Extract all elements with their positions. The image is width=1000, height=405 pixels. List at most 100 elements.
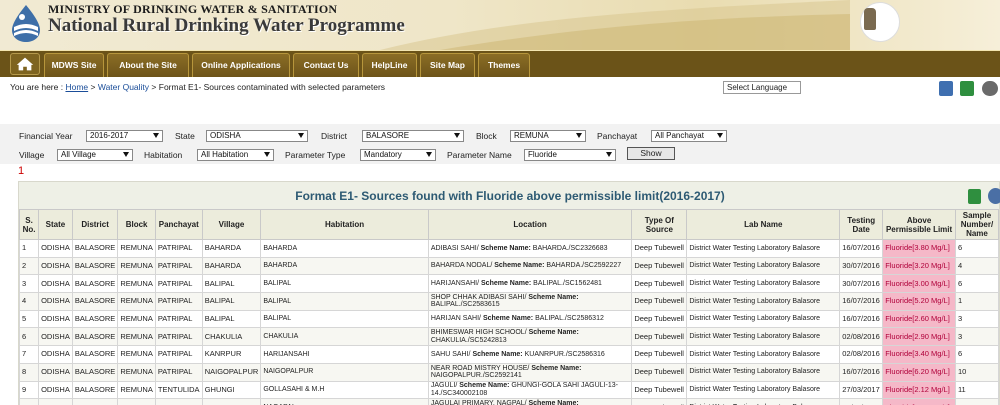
excel-export-icon[interactable] bbox=[960, 81, 974, 96]
cell-sno: 7 bbox=[18, 345, 40, 364]
cell-sno: 1 bbox=[18, 239, 40, 258]
language-select[interactable]: Select Language bbox=[723, 81, 801, 94]
cell-location: SHOP CHHAK ADIBASI SAHI/ Scheme Name: BA… bbox=[427, 292, 633, 311]
cell-source-type: Deep Tubewell bbox=[631, 345, 688, 364]
cell-district: BALASORE bbox=[71, 345, 119, 364]
cell-lab-name: District Water Testing Laboratory Balaso… bbox=[686, 274, 841, 294]
table-row: 9 ODISHA BALASORE REMUNA TENTULIDA GHUNGI GOLL… bbox=[18, 380, 1000, 400]
report-table: S. No. State District Block Panchayat Vi… bbox=[18, 209, 1000, 405]
cell-above-limit: Fluoride[2.90 Mg/L] bbox=[882, 327, 956, 347]
cell-location: JAGULAI PRIMARY, NAGPAL/ Scheme Name: GH… bbox=[427, 398, 633, 405]
habitation-select[interactable]: All Habitation bbox=[197, 149, 274, 161]
cell-location: HARIJANSAHI/ Scheme Name: BALIPAL./SC156… bbox=[427, 274, 633, 294]
financial-year-select[interactable]: 2016-2017 bbox=[86, 130, 163, 142]
cell-habitation: HARIJANSAHI bbox=[260, 345, 429, 364]
district-label: District bbox=[321, 131, 347, 141]
cell-sno: 2 bbox=[18, 256, 40, 276]
cell-district: BALASORE bbox=[71, 380, 119, 400]
word-export-icon[interactable] bbox=[939, 81, 953, 96]
cell-lab-name: District Water Testing Laboratory Balaso… bbox=[686, 345, 841, 364]
nav-helpline[interactable]: HelpLine bbox=[362, 53, 417, 77]
nav-themes[interactable]: Themes bbox=[478, 53, 530, 77]
cell-lab-name: District Water Testing Laboratory Balaso… bbox=[686, 398, 841, 405]
district-select[interactable]: BALASORE bbox=[362, 130, 464, 142]
nav-site-map[interactable]: Site Map bbox=[420, 53, 475, 77]
state-label: State bbox=[175, 131, 195, 141]
panchayat-select[interactable]: All Panchayat bbox=[651, 130, 727, 142]
show-button[interactable]: Show bbox=[627, 147, 675, 160]
cell-sno: 5 bbox=[18, 309, 40, 329]
cell-lab-name: District Water Testing Laboratory Balaso… bbox=[686, 380, 841, 400]
cell-sample-number: 1 bbox=[954, 292, 1000, 311]
parameter-type-select[interactable]: Mandatory bbox=[360, 149, 436, 161]
cell-above-limit: Fluoride[6.20 Mg/L] bbox=[882, 362, 956, 382]
cell-district: BALASORE bbox=[71, 362, 119, 382]
cell-village: NAIGOPALPUR bbox=[201, 362, 262, 382]
cell-habitation: BALIPAL bbox=[260, 274, 429, 294]
cell-sample-number: 6 bbox=[954, 345, 1000, 364]
cell-block: REMUNA bbox=[117, 274, 156, 294]
home-nav-button[interactable] bbox=[10, 53, 40, 75]
cell-above-limit: Fluoride[3.40 Mg/L] bbox=[882, 345, 956, 364]
nav-contact-us[interactable]: Contact Us bbox=[293, 53, 359, 77]
table-row: 4 ODISHA BALASORE REMUNA PATRIPAL BALIPAL BALI… bbox=[18, 292, 1000, 311]
site-header: MINISTRY OF DRINKING WATER & SANITATION … bbox=[0, 0, 1000, 50]
col-sample-number: Sample Number/ Name bbox=[954, 209, 1000, 240]
cell-testing-date: 27/03/2017 bbox=[839, 398, 884, 405]
cell-lab-name: District Water Testing Laboratory Balaso… bbox=[686, 309, 841, 329]
cell-sno: 6 bbox=[18, 327, 40, 347]
cell-source-type: Deep Tubewell bbox=[631, 327, 688, 347]
cell-state: ODISHA bbox=[38, 345, 73, 364]
report-panel: Format E1- Sources found with Fluoride a… bbox=[18, 181, 1000, 405]
cell-location: ADIBASI SAHI/ Scheme Name: BAHARDA./SC23… bbox=[427, 239, 633, 258]
page: MINISTRY OF DRINKING WATER & SANITATION … bbox=[0, 0, 1000, 405]
language-select-value: Select Language bbox=[727, 83, 788, 92]
parameter-name-select[interactable]: Fluoride bbox=[524, 149, 616, 161]
cell-testing-date: 16/07/2016 bbox=[839, 292, 884, 311]
cell-habitation: CHAKULIA bbox=[260, 327, 429, 347]
cell-district: BALASORE bbox=[71, 256, 119, 276]
cell-village: BALIPAL bbox=[201, 292, 262, 311]
nav-about-the-site[interactable]: About the Site bbox=[107, 53, 189, 77]
cell-state: ODISHA bbox=[38, 256, 73, 276]
cell-block: REMUNA bbox=[117, 345, 156, 364]
cell-panchayat: PATRIPAL bbox=[154, 292, 203, 311]
cell-village: BAHARDA bbox=[201, 256, 262, 276]
cell-source-type: Deep Tubewell bbox=[631, 362, 688, 382]
page-marker: 1 bbox=[18, 165, 25, 177]
home-icon bbox=[16, 57, 34, 71]
print-icon[interactable] bbox=[982, 81, 998, 96]
breadcrumb-home-link[interactable]: Home bbox=[65, 82, 88, 92]
cell-sno: 4 bbox=[18, 292, 40, 311]
cell-state: ODISHA bbox=[38, 274, 73, 294]
cell-sample-number: 3 bbox=[954, 309, 1000, 329]
cell-block: REMUNA bbox=[117, 398, 156, 405]
nav-mdws-site[interactable]: MDWS Site bbox=[44, 53, 104, 77]
table-body: 1 ODISHA BALASORE REMUNA PATRIPAL BAHARDA BAHA… bbox=[18, 239, 1000, 405]
excel-download-icon[interactable] bbox=[968, 189, 981, 204]
cell-sample-number: 6 bbox=[954, 239, 1000, 258]
cell-above-limit: Fluoride[2.60 Mg/L] bbox=[882, 309, 956, 329]
cell-state: ODISHA bbox=[38, 239, 73, 258]
village-select[interactable]: All Village bbox=[57, 149, 133, 161]
cell-panchayat: PATRIPAL bbox=[154, 239, 203, 258]
table-row: 1 ODISHA BALASORE REMUNA PATRIPAL BAHARDA BAHA… bbox=[18, 239, 1000, 258]
table-header-row: S. No. State District Block Panchayat Vi… bbox=[18, 209, 1000, 240]
cell-block: REMUNA bbox=[117, 256, 156, 276]
breadcrumb: You are here : Home > Water Quality > Fo… bbox=[10, 82, 385, 92]
cell-village: GHUNGI bbox=[201, 398, 262, 405]
cell-block: REMUNA bbox=[117, 327, 156, 347]
cell-testing-date: 30/07/2016 bbox=[839, 274, 884, 294]
nav-online-applications[interactable]: Online Applications bbox=[192, 53, 290, 77]
government-emblem-icon bbox=[850, 0, 910, 50]
cell-testing-date: 30/07/2016 bbox=[839, 256, 884, 276]
print-report-icon[interactable] bbox=[988, 188, 1000, 204]
cell-sample-number: 10 bbox=[954, 362, 1000, 382]
table-row: 10ODISHABALASOREREMUNATENTULIDAGHUNGINAG… bbox=[18, 398, 1000, 405]
cell-above-limit: Fluoride[3.20 Mg/L] bbox=[882, 256, 956, 276]
state-select[interactable]: ODISHA bbox=[206, 130, 308, 142]
cell-source-type: Deep Tubewell bbox=[631, 274, 688, 294]
breadcrumb-water-quality-link[interactable]: Water Quality bbox=[98, 82, 149, 92]
block-select[interactable]: REMUNA bbox=[510, 130, 586, 142]
parameter-type-label: Parameter Type bbox=[285, 150, 346, 160]
